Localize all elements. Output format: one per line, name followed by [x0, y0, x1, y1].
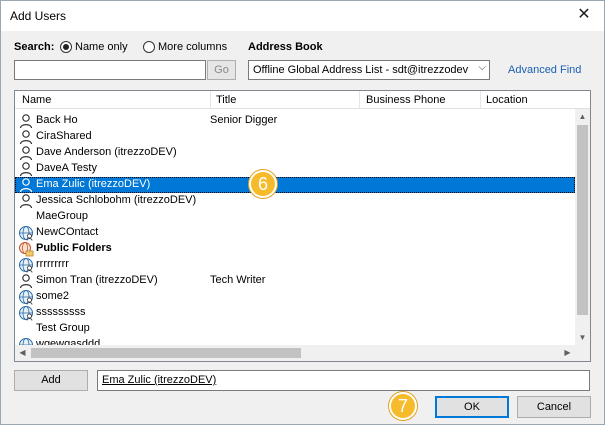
list-item[interactable]: Jessica Schlobohm (itrezzoDEV)	[15, 193, 575, 209]
go-button[interactable]: Go	[207, 60, 236, 80]
scroll-left-icon[interactable]: ◀	[15, 345, 30, 361]
list-item[interactable]: DaveA Testy	[15, 161, 575, 177]
column-header-name[interactable]: Name	[22, 94, 51, 108]
list-item-name: rrrrrrrrr	[36, 258, 69, 270]
list-item[interactable]: Ema Zulic (itrezzoDEV)	[15, 177, 575, 193]
selected-users-field[interactable]: Ema Zulic (itrezzoDEV)	[97, 370, 590, 391]
list-item-name: Back Ho	[36, 114, 78, 126]
address-book-value: Offline Global Address List - sdt@itrezz…	[253, 64, 469, 76]
search-input[interactable]	[14, 60, 206, 80]
list-item[interactable]: Test Group	[15, 321, 575, 337]
globe-contact-icon	[18, 257, 34, 273]
radio-selected-icon	[60, 41, 72, 53]
list-item[interactable]: some2	[15, 289, 575, 305]
close-icon[interactable]: ✕	[574, 5, 594, 25]
column-header-location[interactable]: Location	[486, 94, 528, 108]
list-item[interactable]: MaeGroup	[15, 209, 575, 225]
horizontal-scroll-thumb[interactable]	[31, 348, 301, 358]
list-item-name: Dave Anderson (itrezzoDEV)	[36, 146, 177, 158]
list-item[interactable]: rrrrrrrrr	[15, 257, 575, 273]
radio-more-columns[interactable]: More columns	[143, 40, 227, 54]
step-callout-6: 6	[249, 170, 277, 198]
user-icon	[18, 193, 34, 209]
scroll-thumb[interactable]	[577, 125, 588, 315]
globe-contact-icon	[18, 289, 34, 305]
user-icon	[18, 129, 34, 145]
radio-name-only[interactable]: Name only	[60, 40, 128, 54]
list-item-name: DaveA Testy	[36, 162, 97, 174]
user-icon	[18, 177, 34, 193]
list-item[interactable]: CiraShared	[15, 129, 575, 145]
globe-contact-icon	[18, 225, 34, 241]
ok-button[interactable]: OK	[435, 396, 509, 418]
list-item-name: CiraShared	[36, 130, 92, 142]
selected-user-chip[interactable]: Ema Zulic (itrezzoDEV)	[102, 374, 216, 386]
no-icon	[18, 321, 34, 337]
column-divider[interactable]	[359, 91, 360, 109]
list-item-name: Jessica Schlobohm (itrezzoDEV)	[36, 194, 197, 206]
scroll-right-icon[interactable]: ▶	[560, 345, 575, 361]
advanced-find-link[interactable]: Advanced Find	[508, 64, 581, 76]
horizontal-scrollbar[interactable]: ◀ ▶	[15, 345, 590, 361]
list-item-name: Public Folders	[36, 242, 112, 254]
cancel-button[interactable]: Cancel	[517, 396, 591, 418]
column-divider[interactable]	[210, 91, 211, 109]
radio-name-only-label: Name only	[75, 41, 128, 53]
column-header-business-phone[interactable]: Business Phone	[366, 94, 446, 108]
list-item-name: some2	[36, 290, 70, 302]
users-list: Name Title Business Phone Location Back …	[14, 90, 591, 362]
title-bar: Add Users ✕	[1, 1, 604, 31]
list-item-name: MaeGroup	[36, 210, 88, 222]
list-header: Name Title Business Phone Location	[15, 91, 590, 109]
address-book-dropdown[interactable]: Offline Global Address List - sdt@itrezz…	[248, 60, 490, 80]
column-header-title[interactable]: Title	[216, 94, 236, 108]
step-callout-7: 7	[389, 392, 417, 420]
list-item[interactable]: Dave Anderson (itrezzoDEV)	[15, 145, 575, 161]
list-item-name: Ema Zulic (itrezzoDEV)	[36, 178, 151, 190]
list-item-name: Simon Tran (itrezzoDEV)	[36, 274, 158, 286]
list-item[interactable]: Public Folders	[15, 241, 575, 257]
add-button[interactable]: Add	[14, 370, 88, 391]
dialog-title: Add Users	[10, 9, 67, 23]
user-icon	[18, 273, 34, 289]
chevron-down-icon: ⌵	[478, 62, 486, 73]
user-icon	[18, 113, 34, 129]
list-item[interactable]: NewCOntact	[15, 225, 575, 241]
list-item-title: Senior Digger	[210, 114, 278, 126]
list-item[interactable]: sssssssss	[15, 305, 575, 321]
scroll-up-icon[interactable]: ▲	[575, 109, 590, 124]
list-item-title: Tech Writer	[210, 274, 266, 286]
address-book-label: Address Book	[248, 41, 323, 53]
public-folder-icon	[18, 241, 34, 257]
user-icon	[18, 145, 34, 161]
list-item[interactable]: Back Ho Senior Digger	[15, 113, 575, 129]
list-item[interactable]: Simon Tran (itrezzoDEV) Tech Writer	[15, 273, 575, 289]
user-icon	[18, 161, 34, 177]
list-item-name: Test Group	[36, 322, 90, 334]
add-users-dialog: Add Users ✕ Search: Name only More colum…	[0, 0, 605, 425]
no-icon	[18, 209, 34, 225]
globe-contact-icon	[18, 305, 34, 321]
column-divider[interactable]	[480, 91, 481, 109]
radio-more-columns-label: More columns	[158, 41, 228, 53]
vertical-scrollbar[interactable]: ▲ ▼	[575, 109, 590, 345]
search-label: Search:	[14, 41, 55, 53]
list-item-name: sssssssss	[36, 306, 86, 318]
list-item-name: NewCOntact	[36, 226, 99, 238]
radio-unselected-icon	[143, 41, 155, 53]
scroll-down-icon[interactable]: ▼	[575, 330, 590, 345]
